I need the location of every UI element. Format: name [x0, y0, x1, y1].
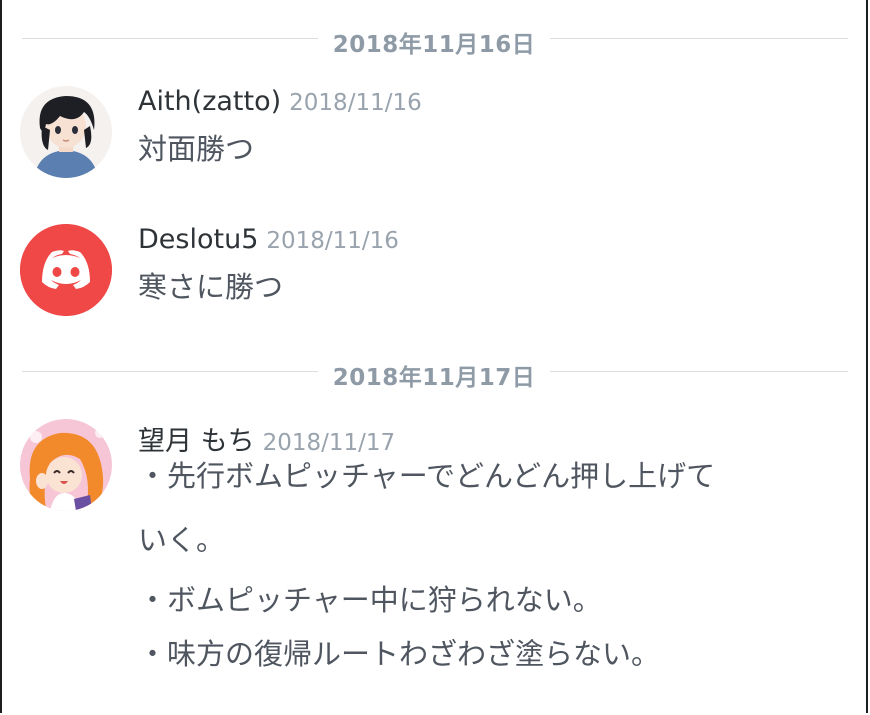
message-text: 寒さに勝つ: [138, 270, 284, 304]
message-header: Deslotu5 2018/11/16: [138, 224, 860, 264]
message-content: Aith(zatto) 2018/11/16 対面勝つ: [138, 86, 860, 172]
date-divider: 2018年11月17日: [22, 362, 848, 391]
username[interactable]: Deslotu5: [138, 224, 258, 255]
user-avatar[interactable]: [20, 224, 112, 316]
divider-line: [550, 38, 848, 39]
message-content: Deslotu5 2018/11/16 寒さに勝つ: [138, 224, 860, 310]
anime-avatar-icon: [20, 419, 112, 511]
message-text-line: いく。: [138, 523, 226, 557]
username[interactable]: Aith(zatto): [138, 86, 281, 117]
divider-line: [22, 38, 318, 39]
divider-line: [550, 371, 848, 372]
user-avatar[interactable]: [20, 86, 112, 178]
message-text-line: ・味方の復帰ルートわざわざ塗らない。: [138, 637, 661, 671]
divider-line: [22, 371, 318, 372]
discord-logo-icon: [20, 224, 112, 316]
message-text-line: ・ボムピッチャー中に狩られない。: [138, 583, 602, 617]
message-content: 望月 もち 2018/11/17 ・先行ボムピッチャーでどんどん押し上げて いく。…: [138, 419, 860, 683]
message-text: 対面勝つ: [138, 132, 255, 166]
message-header: Aith(zatto) 2018/11/16: [138, 86, 860, 126]
timestamp: 2018/11/16: [266, 228, 399, 254]
divider-date: 2018年11月16日: [332, 32, 536, 58]
message-text-line: ・先行ボムピッチャーでどんどん押し上げて: [138, 459, 716, 493]
user-avatar[interactable]: [20, 419, 112, 511]
timestamp: 2018/11/16: [289, 90, 422, 116]
anime-avatar-icon: [20, 86, 112, 178]
divider-date: 2018年11月17日: [332, 365, 536, 391]
date-divider: 2018年11月16日: [22, 29, 848, 58]
